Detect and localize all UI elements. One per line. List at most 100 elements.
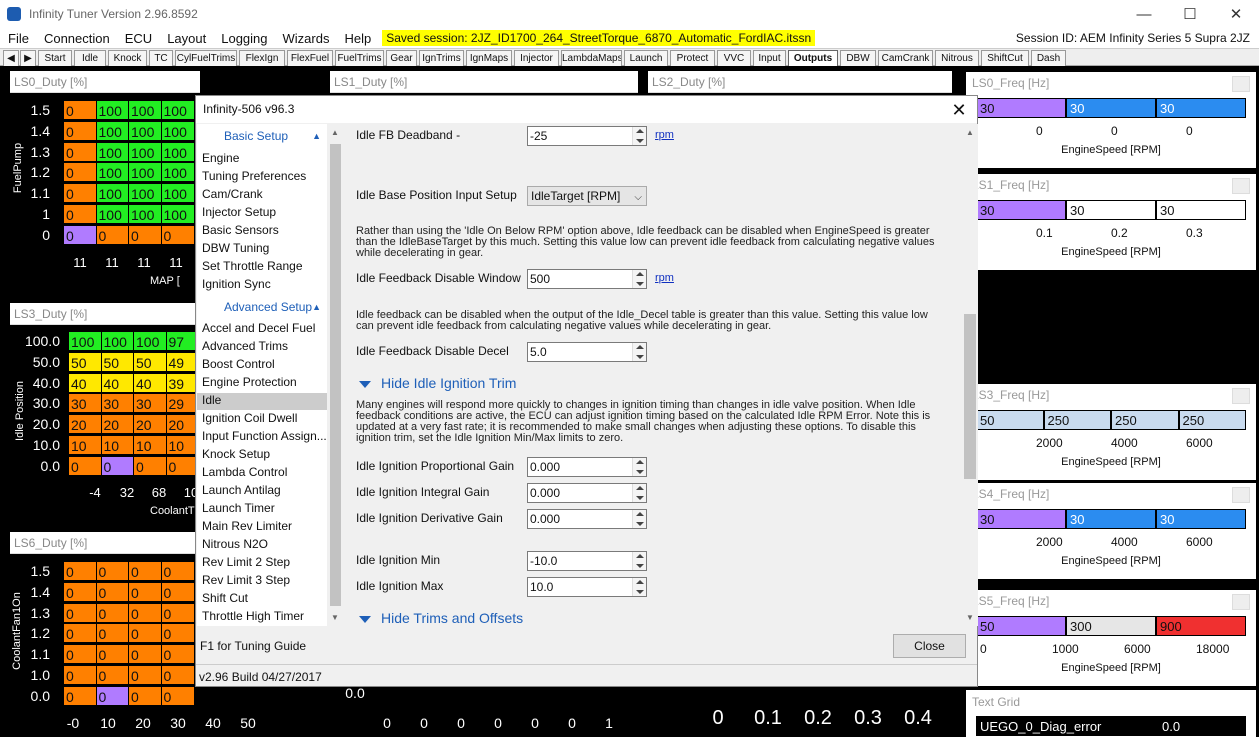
table-cell[interactable]: 0: [63, 100, 97, 120]
menu-help[interactable]: Help: [344, 31, 371, 46]
tab-dash[interactable]: Dash: [1031, 50, 1066, 66]
menu-wizards[interactable]: Wizards: [283, 31, 330, 46]
table-cell[interactable]: 100: [95, 141, 130, 162]
nav-item[interactable]: Shift Cut: [202, 591, 248, 605]
table-cell[interactable]: 0: [160, 644, 195, 665]
table-cell[interactable]: 0: [95, 224, 130, 245]
freq-cell[interactable]: 50: [976, 616, 1066, 636]
table-cell[interactable]: 0: [63, 644, 97, 665]
freq-cell[interactable]: 30: [1066, 509, 1156, 529]
table-cell[interactable]: 100: [128, 141, 162, 162]
table-cell[interactable]: 100: [100, 331, 135, 351]
menu-layout[interactable]: Layout: [167, 31, 206, 46]
base-position-select[interactable]: IdleTarget [RPM] ⌵: [527, 186, 647, 206]
nav-item[interactable]: Engine: [202, 151, 239, 165]
freq-cell[interactable]: 300: [1066, 616, 1156, 636]
nav-item[interactable]: Input Function Assign...: [202, 429, 327, 443]
table-cell[interactable]: 0: [160, 623, 195, 644]
freq-cell[interactable]: 30: [1066, 98, 1156, 118]
table-cell[interactable]: 0: [128, 623, 162, 644]
freq-cell[interactable]: 30: [1066, 200, 1156, 220]
table-cell[interactable]: 0: [63, 120, 97, 141]
menu-ecu[interactable]: ECU: [125, 31, 152, 46]
table-cell[interactable]: 100: [128, 120, 162, 141]
freq-cell[interactable]: 30: [976, 200, 1066, 220]
tab-nitrous[interactable]: Nitrous: [935, 50, 979, 66]
table-cell[interactable]: 0: [68, 455, 102, 476]
d-gain-input[interactable]: 0.000: [527, 509, 647, 529]
tab-flexfuel[interactable]: FlexFuel: [287, 50, 333, 66]
table-cell[interactable]: 0: [160, 561, 195, 581]
table-cell[interactable]: 10: [100, 435, 135, 455]
table-cell[interactable]: 100: [68, 331, 102, 351]
table-cell[interactable]: 0: [63, 685, 97, 706]
minimize-icon[interactable]: —: [1121, 0, 1167, 28]
menu-logging[interactable]: Logging: [221, 31, 267, 46]
tab-scroll-left-icon[interactable]: ◀: [3, 50, 19, 66]
table-cell[interactable]: 50: [100, 351, 135, 372]
nav-item[interactable]: Rev Limit 3 Step: [202, 573, 290, 587]
freq-cell[interactable]: 900: [1156, 616, 1246, 636]
i-gain-input[interactable]: 0.000: [527, 483, 647, 503]
freq-cell[interactable]: 30: [1156, 98, 1246, 118]
nav-item[interactable]: Boost Control: [202, 357, 275, 371]
table-cell[interactable]: 100: [128, 162, 162, 183]
table-cell[interactable]: 0: [63, 162, 97, 183]
table-cell[interactable]: 100: [128, 183, 162, 204]
table-cell[interactable]: 100: [160, 100, 195, 120]
freq-cell[interactable]: 30: [976, 509, 1066, 529]
tab-shiftcut[interactable]: ShiftCut: [981, 50, 1029, 66]
table-cell[interactable]: 0: [63, 602, 97, 623]
panel-menu-icon[interactable]: [1232, 594, 1250, 610]
table-cell[interactable]: 100: [160, 162, 195, 183]
table-cell[interactable]: 0: [63, 561, 97, 581]
table-cell[interactable]: 0: [63, 665, 97, 685]
menu-file[interactable]: File: [8, 31, 29, 46]
freq-cell[interactable]: 250: [1043, 410, 1111, 430]
table-cell[interactable]: 100: [95, 204, 130, 224]
table-cell[interactable]: 0: [128, 665, 162, 685]
tab-fueltrims[interactable]: FuelTrims: [335, 50, 384, 66]
p-gain-input[interactable]: 0.000: [527, 457, 647, 477]
fb-deadband-input[interactable]: -25: [527, 126, 647, 146]
disable-window-unit[interactable]: rpm: [655, 272, 674, 284]
tab-launch[interactable]: Launch: [624, 50, 668, 66]
nav-item[interactable]: Knock Setup: [202, 447, 270, 461]
close-window-icon[interactable]: ✕: [1213, 0, 1259, 28]
table-cell[interactable]: 100: [128, 100, 162, 120]
table-cell[interactable]: 0: [100, 455, 135, 476]
tab-outputs[interactable]: Outputs: [788, 50, 838, 66]
tab-knock[interactable]: Knock: [108, 50, 147, 66]
nav-item[interactable]: Idle: [197, 393, 327, 410]
nav-item[interactable]: Basic Sensors: [202, 223, 279, 237]
table-cell[interactable]: 0: [95, 685, 130, 706]
nav-item[interactable]: Ignition Sync: [202, 277, 271, 291]
nav-item[interactable]: Injector Setup: [202, 205, 276, 219]
table-cell[interactable]: 30: [100, 393, 135, 414]
table-cell[interactable]: 0: [160, 685, 195, 706]
table-cell[interactable]: 0: [63, 581, 97, 602]
freq-cell[interactable]: 50: [976, 410, 1044, 430]
tab-ignmaps[interactable]: IgnMaps: [466, 50, 512, 66]
nav-item[interactable]: Ignition Coil Dwell: [202, 411, 297, 425]
nav-scrollbar[interactable]: ▲ ▼: [327, 124, 344, 626]
nav-item[interactable]: Advanced Trims: [202, 339, 288, 353]
table-cell[interactable]: 0: [95, 602, 130, 623]
freq-cell[interactable]: 30: [1156, 509, 1246, 529]
table-cell[interactable]: 20: [133, 414, 167, 435]
table-cell[interactable]: 0: [63, 183, 97, 204]
nav-item[interactable]: Set Throttle Range: [202, 259, 303, 273]
freq-cell[interactable]: 250: [1111, 410, 1179, 430]
tab-vvc[interactable]: VVC: [717, 50, 751, 66]
table-cell[interactable]: 100: [95, 100, 130, 120]
nav-basic-setup-header[interactable]: Basic Setup ▲: [197, 126, 327, 146]
table-cell[interactable]: 100: [128, 204, 162, 224]
table-cell[interactable]: 100: [160, 204, 195, 224]
table-cell[interactable]: 30: [133, 393, 167, 414]
tab-lambdamaps[interactable]: LambdaMaps: [561, 50, 622, 66]
table-cell[interactable]: 0: [128, 561, 162, 581]
table-cell[interactable]: 100: [160, 120, 195, 141]
table-cell[interactable]: 0: [63, 141, 97, 162]
table-cell[interactable]: 0: [128, 602, 162, 623]
tab-igntrims[interactable]: IgnTrims: [419, 50, 464, 66]
